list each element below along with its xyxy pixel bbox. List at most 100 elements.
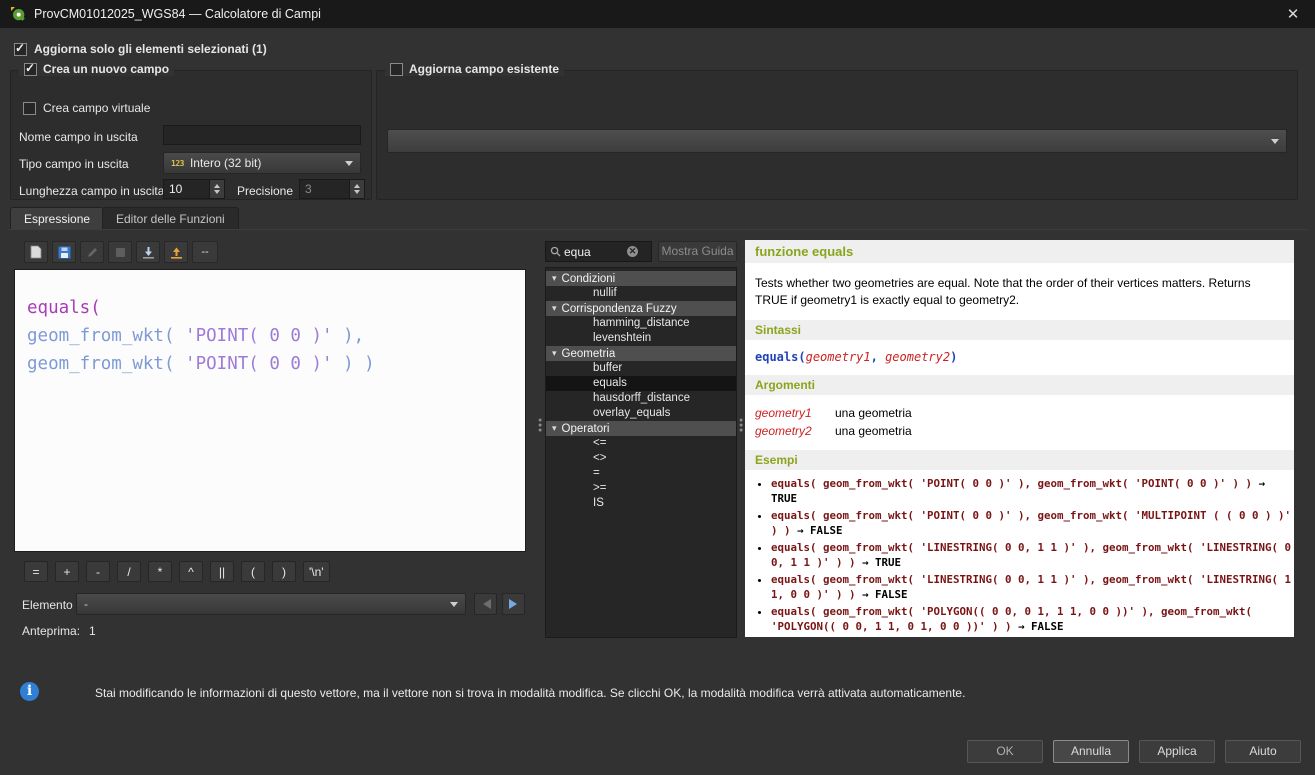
syntax-token: ): [950, 350, 957, 364]
close-icon[interactable]: ✕: [1281, 5, 1305, 23]
operator-button-n[interactable]: '\n': [303, 561, 330, 582]
update-existing-field-checkbox[interactable]: Aggiorna campo esistente: [385, 62, 564, 76]
operator-button-op[interactable]: *: [148, 561, 172, 582]
cancel-button[interactable]: Annulla: [1053, 740, 1129, 763]
element-combo[interactable]: -: [76, 593, 466, 615]
import-expressions-button[interactable]: [136, 241, 160, 263]
previous-feature-button[interactable]: [474, 593, 497, 615]
existing-field-combo[interactable]: [387, 129, 1287, 153]
apply-button[interactable]: Applica: [1139, 740, 1215, 763]
tree-item-overlay-equals[interactable]: overlay_equals: [546, 406, 736, 421]
expand-icon: ▾: [552, 348, 557, 359]
expression-editor[interactable]: equals(geom_from_wkt( 'POINT( 0 0 )' ),g…: [14, 269, 526, 552]
show-help-button[interactable]: Mostra Guida: [658, 241, 737, 262]
output-length-label: Lunghezza campo in uscita: [19, 184, 164, 198]
tab-editor-funzioni[interactable]: Editor delle Funzioni: [102, 207, 239, 230]
tree-group-condizioni[interactable]: ▾Condizioni: [546, 271, 736, 286]
operator-button-op[interactable]: /: [117, 561, 141, 582]
help-button[interactable]: Aiuto: [1225, 740, 1301, 763]
expression-token: (: [164, 354, 185, 374]
element-label: Elemento: [22, 598, 73, 612]
splitter-handle[interactable]: ● ● ●: [538, 418, 542, 433]
create-new-field-checkbox[interactable]: Crea un nuovo campo: [19, 62, 174, 76]
edit-mode-warning-text: Stai modificando le informazioni di ques…: [95, 686, 1265, 700]
pencil-icon: [86, 246, 99, 259]
tree-item-op[interactable]: =: [546, 466, 736, 481]
syntax-token: (: [798, 350, 805, 364]
tree-item-hamming-distance[interactable]: hamming_distance: [546, 316, 736, 331]
example-item: equals( geom_from_wkt( 'LINESTRING( 0 0,…: [771, 541, 1294, 570]
tree-group-label: Condizioni: [562, 273, 616, 285]
tab-espressione[interactable]: Espressione: [10, 207, 104, 230]
example-code: equals( geom_from_wkt( 'POINT( 0 0 )' ),…: [771, 509, 1291, 537]
precision-spinbox[interactable]: 3: [299, 179, 365, 199]
operator-button-op[interactable]: (: [241, 561, 265, 582]
delete-icon: [114, 246, 127, 259]
expression-token: (: [164, 326, 185, 346]
syntax-heading: Sintassi: [745, 320, 1294, 340]
new-file-icon: [30, 245, 42, 259]
tree-item-nullif[interactable]: nullif: [546, 286, 736, 301]
example-item: equals( geom_from_wkt( 'POINT( 0 0 )' ),…: [771, 509, 1294, 538]
tree-item-levenshtein[interactable]: levenshtein: [546, 331, 736, 346]
arrow-right-icon: [509, 599, 522, 609]
ok-button[interactable]: OK: [967, 740, 1043, 763]
arrow-left-icon: [478, 599, 491, 609]
tree-item-op[interactable]: <>: [546, 451, 736, 466]
clear-search-icon[interactable]: ✕: [627, 246, 638, 257]
function-search-box[interactable]: ✕: [545, 241, 652, 262]
output-name-input[interactable]: [163, 125, 361, 145]
examples-heading: Esempi: [745, 450, 1294, 470]
help-title: funzione equals: [745, 240, 1294, 263]
expression-token: ),: [333, 326, 365, 346]
qgis-logo-icon: [10, 6, 26, 22]
example-result: → FALSE: [862, 588, 908, 601]
operator-button-op[interactable]: ): [272, 561, 296, 582]
tree-item-op[interactable]: >=: [546, 481, 736, 496]
create-new-field-label: Crea un nuovo campo: [43, 62, 169, 76]
preview-value: 1: [89, 624, 96, 638]
next-feature-button[interactable]: [502, 593, 525, 615]
spinner-arrows-icon[interactable]: [209, 180, 224, 198]
checkbox-unchecked-icon[interactable]: [390, 63, 403, 76]
syntax-token: geometry1: [806, 350, 871, 364]
tree-item-is[interactable]: IS: [546, 496, 736, 511]
delete-expression-button[interactable]: [108, 241, 132, 263]
spinner-arrows-icon[interactable]: [349, 180, 364, 198]
checkbox-checked-icon[interactable]: [24, 63, 37, 76]
tree-group-corrispondenza-fuzzy[interactable]: ▾Corrispondenza Fuzzy: [546, 301, 736, 316]
operator-button-op[interactable]: ^: [179, 561, 203, 582]
operator-button-op[interactable]: =: [24, 561, 48, 582]
tab-espressione-label: Espressione: [24, 212, 90, 226]
tree-item-equals[interactable]: equals: [546, 376, 736, 391]
examples-list: equals( geom_from_wkt( 'POINT( 0 0 )' ),…: [745, 477, 1294, 634]
save-expression-button[interactable]: [52, 241, 76, 263]
operator-button-op[interactable]: -: [86, 561, 110, 582]
tree-item-op[interactable]: <=: [546, 436, 736, 451]
tree-group-geometria[interactable]: ▾ Geometria: [546, 346, 736, 361]
search-input[interactable]: [564, 245, 624, 259]
argument-row: geometry1una geometria: [755, 404, 1284, 422]
example-item: equals( geom_from_wkt( 'POINT( 0 0 )' ),…: [771, 477, 1294, 506]
splitter-handle[interactable]: ● ● ●: [739, 418, 743, 433]
tree-item-buffer[interactable]: buffer: [546, 361, 736, 376]
checkbox-checked-icon[interactable]: [14, 43, 27, 56]
checkbox-unchecked-icon[interactable]: [23, 102, 36, 115]
dash-button[interactable]: --: [192, 241, 218, 263]
export-expressions-button[interactable]: [164, 241, 188, 263]
operator-button-op[interactable]: ||: [210, 561, 234, 582]
edit-expression-button[interactable]: [80, 241, 104, 263]
tree-group-label: Geometria: [562, 348, 616, 360]
output-type-combo[interactable]: 123 Intero (32 bit): [163, 152, 361, 174]
only-selected-checkbox[interactable]: Aggiorna solo gli elementi selezionati (…: [14, 42, 267, 56]
operator-button-op[interactable]: +: [55, 561, 79, 582]
argument-name: geometry2: [755, 422, 835, 440]
length-spinbox[interactable]: 10: [163, 179, 225, 199]
argument-description: una geometria: [835, 424, 912, 438]
tree-item-hausdorff-distance[interactable]: hausdorff_distance: [546, 391, 736, 406]
new-expression-button[interactable]: [24, 241, 48, 263]
virtual-field-checkbox[interactable]: Crea campo virtuale: [23, 101, 150, 115]
virtual-field-label: Crea campo virtuale: [43, 101, 150, 115]
tree-group-operatori[interactable]: ▾Operatori: [546, 421, 736, 436]
tab-separator-line: [8, 229, 1307, 230]
